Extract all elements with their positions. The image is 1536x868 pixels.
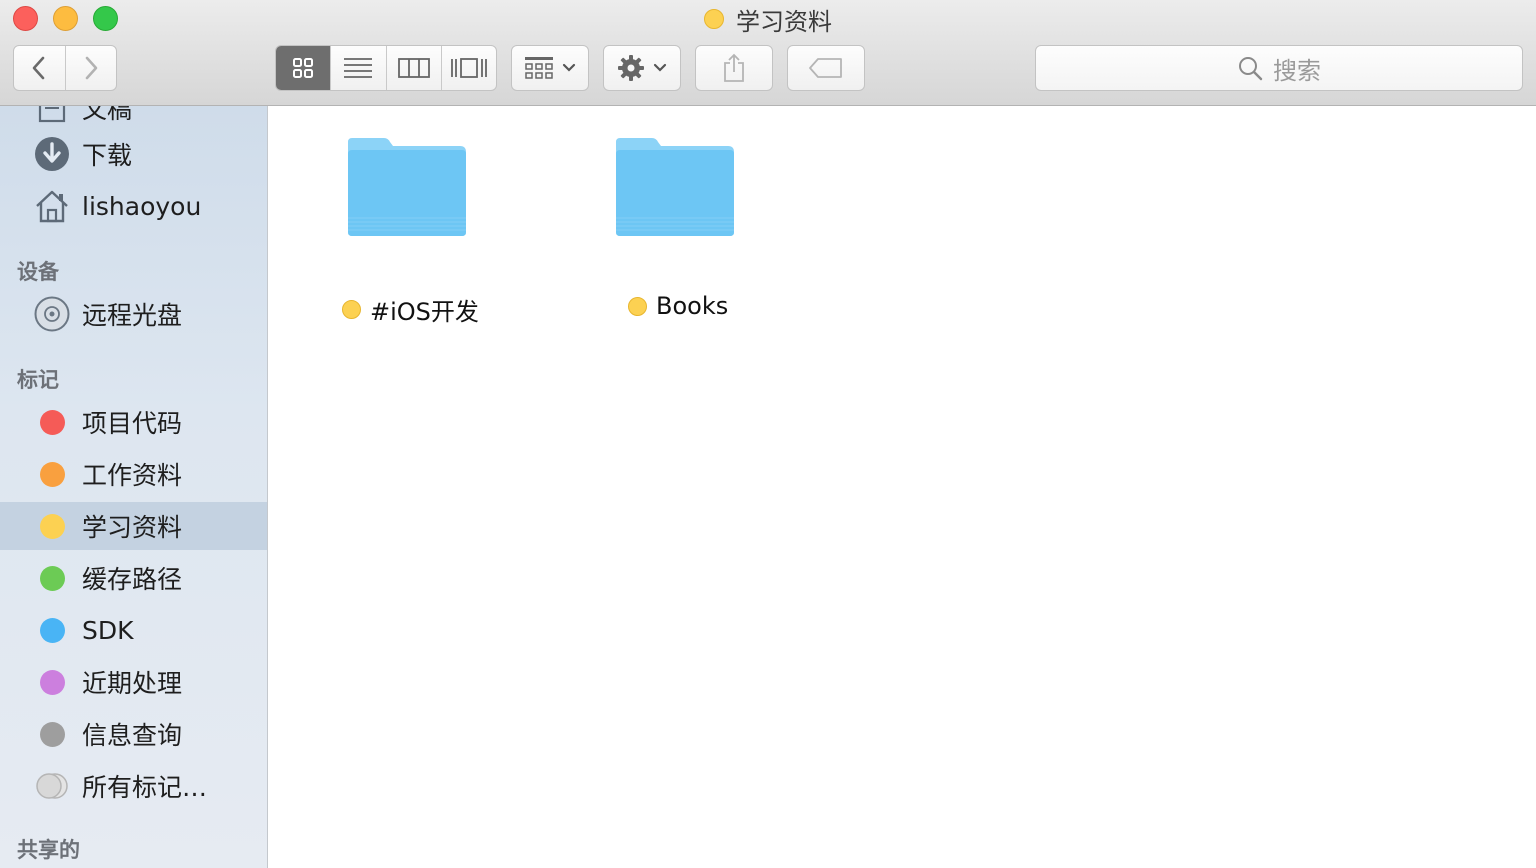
icon-view-icon	[293, 58, 314, 78]
purple-tag-dot-icon	[39, 669, 65, 695]
sidebar-item-label: 工作资料	[82, 461, 183, 490]
download-icon	[34, 136, 70, 172]
sidebar-section-devices: 设备	[17, 260, 59, 284]
sidebar-tag-work-materials[interactable]: 工作资料	[0, 450, 267, 498]
chevron-down-icon	[653, 63, 667, 72]
tag-button[interactable]	[787, 45, 865, 91]
chevron-down-icon	[562, 63, 576, 72]
window-title: 学习资料	[0, 2, 1536, 36]
yellow-tag-dot-icon	[628, 296, 647, 316]
folder-item[interactable]: #iOS开发	[338, 134, 538, 326]
sidebar-item-label: 信息查询	[82, 721, 183, 750]
forward-button[interactable]	[64, 46, 116, 90]
sidebar-item-label: 远程光盘	[82, 301, 183, 330]
folder-icon	[616, 138, 734, 236]
cover-flow-icon	[450, 58, 487, 78]
sidebar-tag-cache-path[interactable]: 缓存路径	[0, 554, 267, 602]
action-button[interactable]	[603, 45, 681, 91]
sidebar-item-label: 项目代码	[82, 409, 183, 438]
blue-tag-dot-icon	[39, 617, 65, 643]
navigation-buttons	[13, 45, 117, 91]
sidebar-all-tags[interactable]: 所有标记…	[0, 762, 267, 810]
icon-view-button[interactable]	[276, 46, 331, 90]
sidebar-tag-study-materials[interactable]: 学习资料	[0, 502, 267, 550]
folder-icon	[348, 138, 466, 236]
green-tag-dot-icon	[39, 565, 65, 591]
arrange-button[interactable]	[511, 45, 589, 91]
list-view-button[interactable]	[330, 46, 385, 90]
title-tag-dot-icon	[704, 9, 724, 29]
yellow-tag-dot-icon	[342, 300, 361, 319]
sidebar-section-shared: 共享的	[17, 838, 80, 862]
sidebar-item-label: 所有标记…	[82, 773, 208, 802]
yellow-tag-dot-icon	[39, 513, 65, 539]
sidebar: 文稿 下载 lishaoyou 设备 远程光盘 标记 项目代码 工作资料 学习资…	[0, 106, 268, 868]
folder-item[interactable]: Books	[606, 134, 806, 320]
chevron-right-icon	[85, 56, 98, 80]
share-icon	[724, 53, 744, 82]
search-icon	[1239, 57, 1263, 81]
gray-tag-dot-icon	[39, 721, 65, 747]
sidebar-item-remote-disc[interactable]: 远程光盘	[0, 290, 267, 338]
sidebar-section-tags: 标记	[17, 368, 59, 392]
document-icon	[34, 106, 70, 126]
all-tags-icon	[34, 768, 70, 804]
sidebar-tag-project-code[interactable]: 项目代码	[0, 398, 267, 446]
window-title-text: 学习资料	[736, 7, 832, 36]
column-view-icon	[397, 58, 430, 78]
share-button[interactable]	[695, 45, 773, 91]
column-view-button[interactable]	[385, 46, 441, 90]
disc-icon	[34, 296, 70, 332]
sidebar-item-downloads[interactable]: 下载	[0, 130, 267, 178]
sidebar-item-label: 近期处理	[82, 669, 183, 698]
sidebar-item-label: 学习资料	[82, 513, 183, 542]
tag-icon	[809, 58, 842, 78]
gear-icon	[618, 55, 644, 81]
sidebar-item-label: SDK	[82, 615, 134, 645]
sidebar-item-documents[interactable]: 文稿	[0, 106, 267, 132]
search-field[interactable]: 搜索	[1035, 45, 1523, 91]
folder-name: #iOS开发	[370, 298, 479, 326]
orange-tag-dot-icon	[39, 461, 65, 487]
sidebar-item-label: lishaoyou	[82, 191, 202, 221]
sidebar-item-label: 文稿	[82, 106, 133, 124]
cover-flow-view-button[interactable]	[440, 46, 496, 90]
list-view-icon	[344, 58, 373, 78]
view-mode-control	[275, 45, 497, 91]
sidebar-tag-recent-handling[interactable]: 近期处理	[0, 658, 267, 706]
folder-name: Books	[656, 292, 729, 320]
search-placeholder: 搜索	[1273, 56, 1321, 85]
chevron-left-icon	[33, 56, 45, 80]
sidebar-item-label: 下载	[82, 141, 133, 170]
toolbar: 学习资料 搜索	[0, 0, 1536, 106]
home-icon	[34, 188, 70, 224]
file-browser-content: #iOS开发 Books	[268, 106, 1536, 868]
arrange-grid-icon	[525, 57, 553, 79]
sidebar-tag-sdk[interactable]: SDK	[0, 606, 267, 654]
sidebar-tag-info-lookup[interactable]: 信息查询	[0, 710, 267, 758]
sidebar-item-home[interactable]: lishaoyou	[0, 182, 267, 230]
red-tag-dot-icon	[39, 409, 65, 435]
back-button[interactable]	[14, 46, 65, 90]
sidebar-item-label: 缓存路径	[82, 565, 183, 594]
